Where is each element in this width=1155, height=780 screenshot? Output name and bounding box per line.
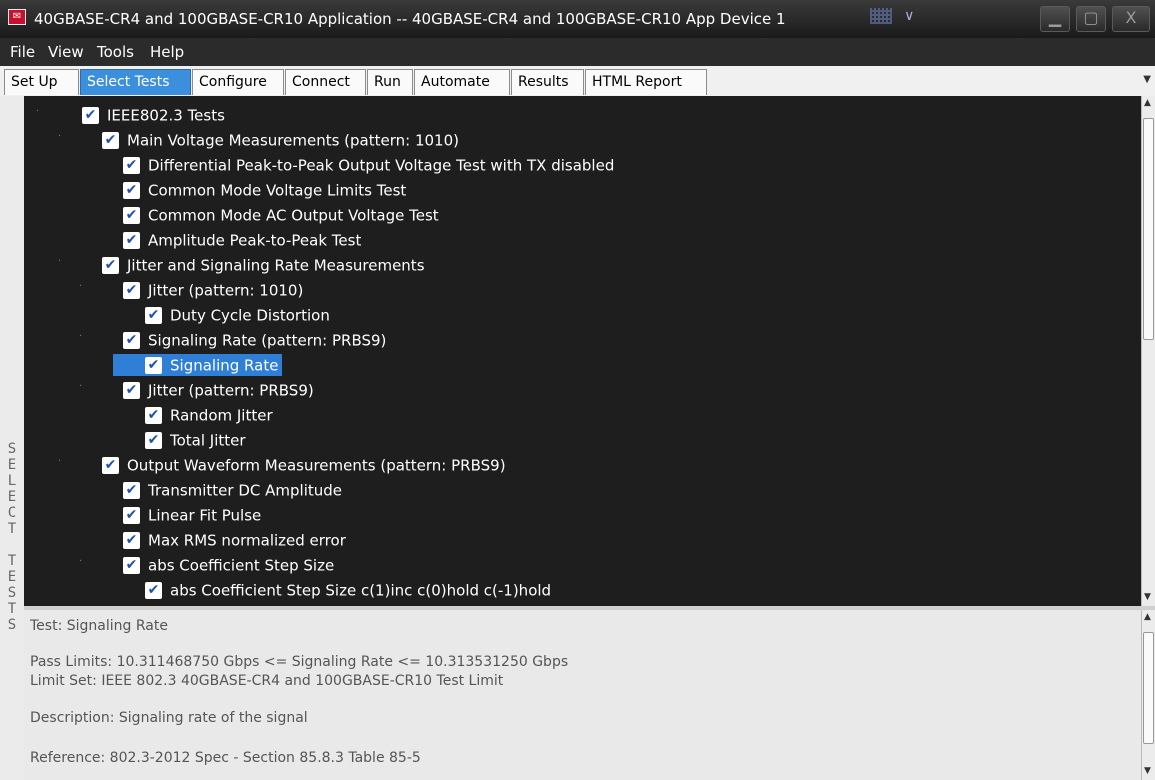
scroll-up-icon[interactable]: ▲: [1144, 612, 1151, 622]
tree-node[interactable]: ✔ Jitter (pattern: 1010): [123, 279, 303, 301]
checkbox-checked-icon[interactable]: ✔: [123, 182, 140, 199]
info-limit-set: Limit Set: IEEE 802.3 40GBASE-CR4 and 10…: [30, 673, 504, 689]
tab-connect[interactable]: Connect: [285, 69, 366, 95]
tree-node[interactable]: ✔ Transmitter DC Amplitude: [123, 479, 342, 501]
tab-select-tests[interactable]: Select Tests: [80, 69, 191, 95]
title-bar-extras: ∨: [870, 8, 950, 28]
checkbox-checked-icon[interactable]: ✔: [123, 532, 140, 549]
checkbox-checked-icon[interactable]: ✔: [123, 507, 140, 524]
tree-bullet: ·: [79, 381, 83, 392]
menu-help[interactable]: Help: [150, 43, 184, 61]
menu-file[interactable]: File: [10, 43, 35, 61]
info-test: Test: Signaling Rate: [30, 618, 168, 634]
window-title: 40GBASE-CR4 and 100GBASE-CR10 Applicatio…: [34, 10, 786, 28]
tab-bar: Set Up Select Tests Configure Connect Ru…: [0, 66, 1155, 97]
info-pass-limits: Pass Limits: 10.311468750 Gbps <= Signal…: [30, 654, 569, 670]
minimize-icon[interactable]: ▁: [1040, 6, 1070, 32]
tab-results[interactable]: Results: [511, 69, 584, 95]
checkbox-checked-icon[interactable]: ✔: [82, 107, 99, 124]
tree-scrollbar[interactable]: ▲ ▼: [1141, 96, 1155, 606]
scroll-down-icon[interactable]: ▼: [1144, 592, 1151, 602]
checkbox-checked-icon[interactable]: ✔: [145, 357, 162, 374]
tree-node[interactable]: ✔ Max RMS normalized error: [123, 529, 346, 551]
tree-bullet: ·: [79, 281, 83, 292]
checkbox-checked-icon[interactable]: ✔: [102, 457, 119, 474]
tab-set-up[interactable]: Set Up: [4, 69, 79, 95]
tree-node[interactable]: ✔ abs Coefficient Step Size c(1)inc c(0)h…: [145, 579, 551, 601]
tree-scroll-thumb[interactable]: [1143, 118, 1154, 340]
tree-node[interactable]: ✔ Amplitude Peak-to-Peak Test: [123, 229, 361, 251]
checkbox-checked-icon[interactable]: ✔: [145, 307, 162, 324]
tree-node[interactable]: ✔ Output Waveform Measurements (pattern: …: [102, 454, 506, 476]
checkbox-checked-icon[interactable]: ✔: [123, 332, 140, 349]
info-description: Description: Signaling rate of the signa…: [30, 710, 308, 726]
tree-node[interactable]: ✔ Duty Cycle Distortion: [145, 304, 330, 326]
app-logo-icon: ✉: [8, 9, 26, 25]
chevron-down-icon[interactable]: ∨: [904, 8, 914, 24]
side-strip: S E L E C T T E S T S: [0, 96, 25, 780]
test-tree: · ✔ IEEE802.3 Tests · ✔ Main Voltage Measu…: [24, 96, 1141, 606]
info-reference: Reference: 802.3-2012 Spec - Section 85.…: [30, 750, 421, 766]
checkbox-checked-icon[interactable]: ✔: [123, 282, 140, 299]
checkbox-checked-icon[interactable]: ✔: [123, 157, 140, 174]
checkbox-checked-icon[interactable]: ✔: [145, 407, 162, 424]
tab-configure[interactable]: Configure: [192, 69, 284, 95]
tab-overflow-icon[interactable]: ▼: [1143, 74, 1151, 85]
tree-bullet: ·: [36, 106, 40, 117]
scroll-down-icon[interactable]: ▼: [1144, 766, 1151, 776]
checkbox-checked-icon[interactable]: ✔: [145, 432, 162, 449]
checkbox-checked-icon[interactable]: ✔: [102, 257, 119, 274]
tab-automate[interactable]: Automate: [414, 69, 510, 95]
maximize-icon[interactable]: ▢: [1076, 6, 1106, 32]
close-icon[interactable]: X: [1112, 6, 1150, 32]
grid-icon[interactable]: [870, 8, 892, 24]
tree-node[interactable]: ✔ Linear Fit Pulse: [123, 504, 261, 526]
tree-node[interactable]: ✔ Common Mode Voltage Limits Test: [123, 179, 406, 201]
checkbox-checked-icon[interactable]: ✔: [123, 207, 140, 224]
tree-node[interactable]: ✔ Signaling Rate (pattern: PRBS9): [123, 329, 386, 351]
tree-node[interactable]: ✔ IEEE802.3 Tests: [82, 104, 225, 126]
tree-node[interactable]: ✔ Random Jitter: [145, 404, 273, 426]
checkbox-checked-icon[interactable]: ✔: [123, 557, 140, 574]
tab-run[interactable]: Run: [367, 69, 413, 95]
scroll-up-icon[interactable]: ▲: [1144, 98, 1151, 108]
tab-html-report[interactable]: HTML Report: [585, 69, 707, 95]
side-label: S E L E C T T E S T S: [7, 441, 17, 633]
tree-bullet: ·: [79, 331, 83, 342]
checkbox-checked-icon[interactable]: ✔: [123, 382, 140, 399]
tree-bullet: ·: [58, 131, 62, 142]
menu-bar: File View Tools Help: [0, 38, 1155, 66]
info-scrollbar[interactable]: ▲ ▼: [1141, 610, 1155, 780]
tree-node[interactable]: ✔ abs Coefficient Step Size: [123, 554, 334, 576]
menu-tools[interactable]: Tools: [97, 43, 134, 61]
tree-node[interactable]: ✔ Differential Peak-to-Peak Output Voltag…: [123, 154, 614, 176]
tree-bullet: ·: [79, 556, 83, 567]
title-bar: ✉ 40GBASE-CR4 and 100GBASE-CR10 Applicat…: [0, 0, 1155, 38]
tree-node[interactable]: ✔ Total Jitter: [145, 429, 246, 451]
tree-node[interactable]: ✔ Jitter (pattern: PRBS9): [123, 379, 314, 401]
tree-bullet: ·: [58, 456, 62, 467]
checkbox-checked-icon[interactable]: ✔: [123, 232, 140, 249]
checkbox-checked-icon[interactable]: ✔: [123, 482, 140, 499]
info-scroll-thumb[interactable]: [1143, 632, 1154, 744]
checkbox-checked-icon[interactable]: ✔: [145, 582, 162, 599]
checkbox-checked-icon[interactable]: ✔: [102, 132, 119, 149]
tree-node[interactable]: ✔ Jitter and Signaling Rate Measurements: [102, 254, 425, 276]
menu-view[interactable]: View: [48, 43, 84, 61]
tree-bullet: ·: [58, 256, 62, 267]
tree-node[interactable]: ✔ Main Voltage Measurements (pattern: 101…: [102, 129, 459, 151]
tree-node-selected[interactable]: ✔ Signaling Rate: [113, 354, 283, 376]
tree-node[interactable]: ✔ Common Mode AC Output Voltage Test: [123, 204, 439, 226]
test-info-panel: Test: Signaling Rate Pass Limits: 10.311…: [24, 610, 1141, 780]
